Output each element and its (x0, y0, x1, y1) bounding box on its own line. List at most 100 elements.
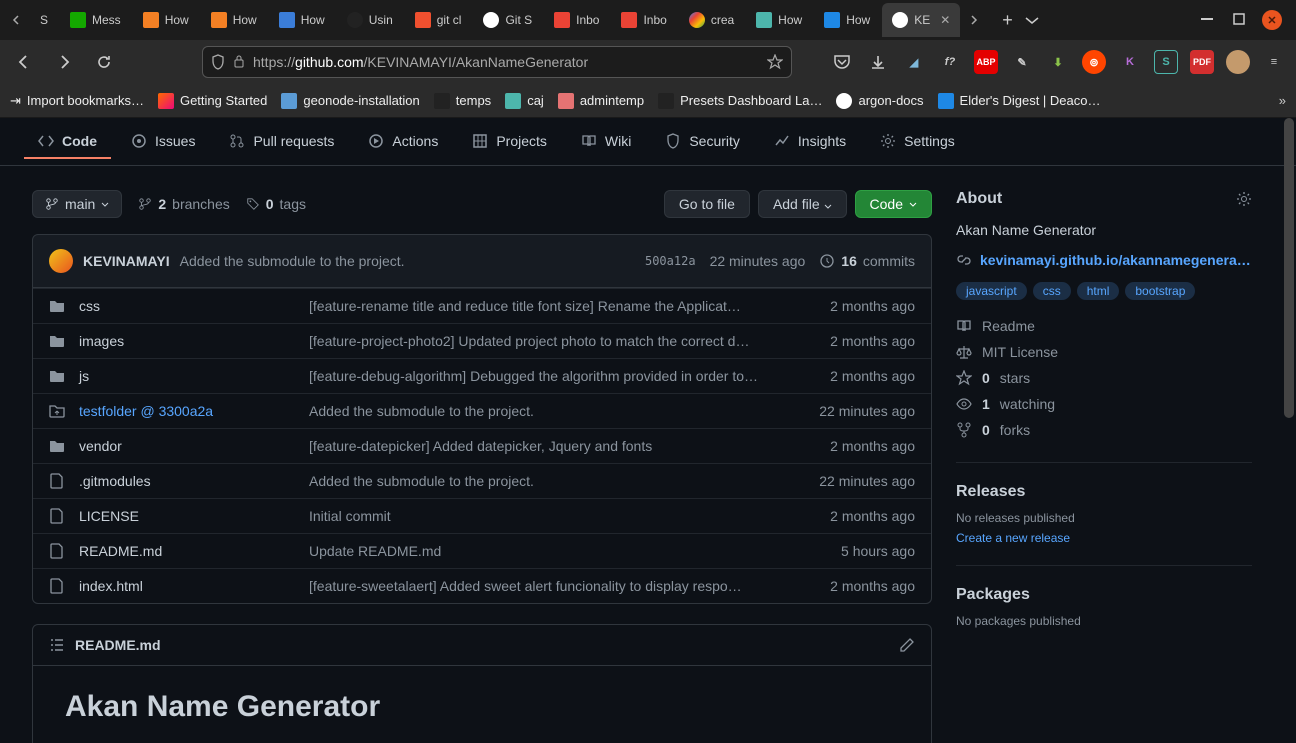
bookmark-item[interactable]: ⇥Import bookmarks… (10, 93, 144, 109)
file-name[interactable]: images (79, 333, 309, 349)
tabs-dropdown-icon[interactable] (1025, 15, 1039, 25)
tab[interactable]: How (133, 3, 199, 37)
tab-scroll-left[interactable] (4, 8, 28, 32)
scrollbar-thumb[interactable] (1284, 118, 1294, 418)
ext-s-icon[interactable]: S (1154, 50, 1178, 74)
lock-icon[interactable] (233, 54, 245, 70)
commits-link[interactable]: 16commits (819, 253, 915, 269)
forward-button[interactable] (50, 48, 78, 76)
file-name[interactable]: vendor (79, 438, 309, 454)
file-commit-message[interactable]: [feature-debug-algorithm] Debugged the a… (309, 368, 785, 384)
downloads-icon[interactable] (866, 50, 890, 74)
tab[interactable]: S (30, 3, 58, 37)
file-commit-message[interactable]: Initial commit (309, 508, 785, 524)
window-close-button[interactable]: ✕ (1262, 10, 1282, 30)
topic-tag[interactable]: html (1077, 282, 1120, 300)
readme-link[interactable]: Readme (956, 318, 1252, 334)
tab[interactable]: Git S (473, 3, 542, 37)
commit-author[interactable]: KEVINAMAYI (83, 253, 170, 269)
commit-sha[interactable]: 500a12a (645, 254, 696, 268)
file-commit-message[interactable]: [feature-rename title and reduce title f… (309, 298, 785, 314)
ext-pencil-icon[interactable]: ✎ (1010, 50, 1034, 74)
ext-k-icon[interactable]: K (1118, 50, 1142, 74)
homepage-link[interactable]: kevinamayi.github.io/akannamegenera… (980, 252, 1251, 268)
tab[interactable]: Usin (337, 3, 403, 37)
file-name[interactable]: css (79, 298, 309, 314)
file-name[interactable]: index.html (79, 578, 309, 594)
tab-scroll-right[interactable] (962, 8, 986, 32)
bookmark-item[interactable]: temps (434, 93, 491, 109)
bookmarks-overflow-icon[interactable]: » (1279, 93, 1286, 108)
forks-link[interactable]: 0 forks (956, 422, 1252, 438)
ext-brush-icon[interactable]: ◢ (902, 50, 926, 74)
tab-wiki[interactable]: Wiki (567, 125, 645, 159)
readme-filename[interactable]: README.md (75, 637, 161, 653)
ext-pdf-icon[interactable]: PDF (1190, 50, 1214, 74)
ext-reddit-icon[interactable]: ⊚ (1082, 50, 1106, 74)
branches-link[interactable]: 2branches (138, 196, 229, 212)
tab[interactable]: How (746, 3, 812, 37)
bookmark-item[interactable]: Presets Dashboard La… (658, 93, 822, 109)
gear-icon[interactable] (1236, 191, 1252, 207)
create-release-link[interactable]: Create a new release (956, 531, 1070, 545)
tab[interactable]: Mess (60, 3, 131, 37)
ext-abp-icon[interactable]: ABP (974, 50, 998, 74)
file-name[interactable]: js (79, 368, 309, 384)
watchers-link[interactable]: 1 watching (956, 396, 1252, 412)
bookmark-item[interactable]: geonode-installation (281, 93, 419, 109)
bookmark-item[interactable]: Getting Started (158, 93, 267, 109)
add-file-button[interactable]: Add file (758, 190, 847, 218)
tab-security[interactable]: Security (651, 125, 754, 159)
file-commit-message[interactable]: [feature-project-photo2] Updated project… (309, 333, 785, 349)
file-commit-message[interactable]: Update README.md (309, 543, 785, 559)
topic-tag[interactable]: javascript (956, 282, 1027, 300)
file-commit-message[interactable]: [feature-sweetalaert] Added sweet alert … (309, 578, 785, 594)
app-menu-icon[interactable]: ≡ (1262, 50, 1286, 74)
maximize-button[interactable] (1230, 10, 1248, 28)
tab-settings[interactable]: Settings (866, 125, 969, 159)
bookmark-star-icon[interactable] (767, 54, 783, 70)
bookmark-item[interactable]: admintemp (558, 93, 644, 109)
back-button[interactable] (10, 48, 38, 76)
bookmark-item[interactable]: caj (505, 93, 544, 109)
tab-projects[interactable]: Projects (458, 125, 561, 159)
file-name[interactable]: LICENSE (79, 508, 309, 524)
tab-code[interactable]: Code (24, 125, 111, 159)
releases-title[interactable]: Releases (956, 483, 1252, 501)
new-tab-button[interactable]: + (1002, 10, 1013, 31)
branch-select[interactable]: main (32, 190, 122, 218)
tab-pull-requests[interactable]: Pull requests (215, 125, 348, 159)
bookmark-item[interactable]: Elder's Digest | Deaco… (938, 93, 1101, 109)
tab-active[interactable]: KE ✕ (882, 3, 960, 37)
file-commit-message[interactable]: [feature-datepicker] Added datepicker, J… (309, 438, 785, 454)
shield-icon[interactable] (211, 54, 225, 70)
ext-cookie-icon[interactable] (1226, 50, 1250, 74)
stars-link[interactable]: 0 stars (956, 370, 1252, 386)
tab[interactable]: Inbo (611, 3, 676, 37)
tab[interactable]: git cl (405, 3, 472, 37)
license-link[interactable]: MIT License (956, 344, 1252, 360)
file-commit-message[interactable]: Added the submodule to the project. (309, 473, 785, 489)
list-icon[interactable] (49, 637, 65, 653)
file-name[interactable]: .gitmodules (79, 473, 309, 489)
tab[interactable]: How (201, 3, 267, 37)
reload-button[interactable] (90, 48, 118, 76)
topic-tag[interactable]: css (1033, 282, 1071, 300)
ext-download-icon[interactable]: ⬇ (1046, 50, 1070, 74)
tab[interactable]: How (269, 3, 335, 37)
bookmark-item[interactable]: argon-docs (836, 93, 923, 109)
minimize-button[interactable] (1198, 10, 1216, 28)
tab[interactable]: crea (679, 3, 744, 37)
tab[interactable]: How (814, 3, 880, 37)
tab-issues[interactable]: Issues (117, 125, 209, 159)
code-button[interactable]: Code (855, 190, 932, 218)
tab-insights[interactable]: Insights (760, 125, 860, 159)
avatar[interactable] (49, 249, 73, 273)
url-bar[interactable]: https://github.com/KEVINAMAYI/AkanNameGe… (202, 46, 792, 78)
tab-close-icon[interactable]: ✕ (940, 13, 950, 27)
pocket-icon[interactable] (830, 50, 854, 74)
packages-title[interactable]: Packages (956, 586, 1252, 604)
edit-readme-icon[interactable] (899, 637, 915, 653)
file-commit-message[interactable]: Added the submodule to the project. (309, 403, 785, 419)
topic-tag[interactable]: bootstrap (1125, 282, 1195, 300)
